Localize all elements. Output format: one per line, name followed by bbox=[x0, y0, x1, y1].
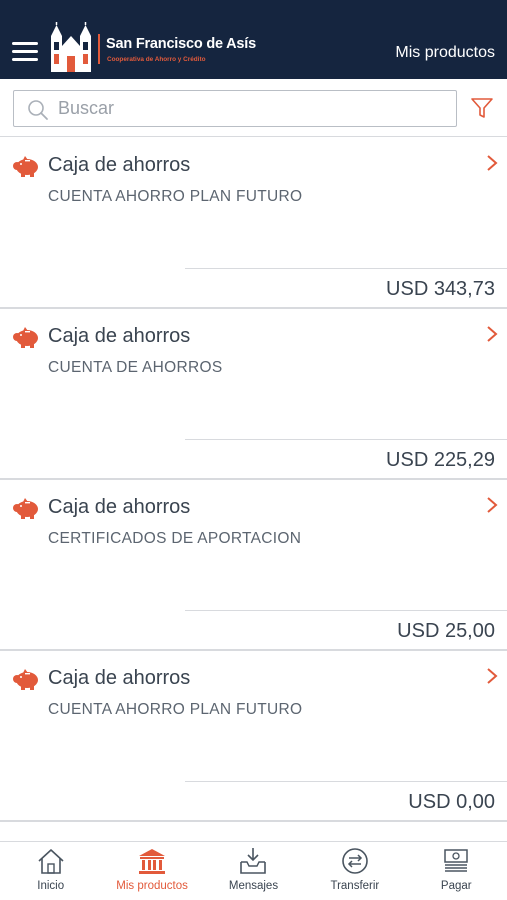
nav-label: Pagar bbox=[440, 880, 472, 892]
card-divider bbox=[185, 268, 507, 269]
card-divider bbox=[185, 781, 507, 782]
nav-label: Mis productos bbox=[116, 880, 188, 892]
church-logo-icon bbox=[51, 22, 91, 72]
piggy-bank-icon bbox=[13, 669, 38, 690]
logo-divider bbox=[98, 34, 100, 64]
product-type: Caja de ahorros bbox=[48, 496, 191, 518]
home-icon bbox=[38, 849, 64, 874]
nav-label: Mensajes bbox=[228, 880, 279, 892]
nav-mis-productos[interactable]: Mis productos bbox=[101, 842, 202, 900]
chevron-right-icon[interactable] bbox=[486, 325, 498, 343]
piggy-bank-icon bbox=[13, 327, 38, 348]
chevron-right-icon[interactable] bbox=[486, 154, 498, 172]
nav-label: Inicio bbox=[37, 880, 65, 892]
nav-pagar[interactable]: Pagar bbox=[406, 842, 507, 900]
inbox-download-icon bbox=[240, 848, 267, 874]
nav-inicio[interactable]: Inicio bbox=[0, 842, 101, 900]
bank-building-icon bbox=[139, 849, 166, 874]
product-name: CUENTA AHORRO PLAN FUTURO bbox=[48, 701, 303, 718]
product-name: CUENTA DE AHORROS bbox=[48, 359, 223, 376]
brand-subtitle: Cooperativa de Ahorro y Crédito bbox=[107, 56, 206, 63]
money-stack-icon bbox=[444, 849, 468, 872]
product-name: CUENTA AHORRO PLAN FUTURO bbox=[48, 188, 303, 205]
piggy-bank-icon bbox=[13, 156, 38, 177]
product-card[interactable]: Caja de ahorros CUENTA DE AHORROS USD 22… bbox=[0, 309, 507, 480]
product-type: Caja de ahorros bbox=[48, 325, 191, 347]
transfer-arrows-icon bbox=[342, 848, 368, 874]
product-card[interactable]: Caja de ahorros CERTIFICADOS DE APORTACI… bbox=[0, 480, 507, 651]
product-card[interactable]: Caja de ahorros CUENTA AHORRO PLAN FUTUR… bbox=[0, 138, 507, 309]
magnifier-icon bbox=[28, 100, 48, 120]
hamburger-menu-icon[interactable] bbox=[12, 42, 38, 62]
chevron-right-icon[interactable] bbox=[486, 496, 498, 514]
page-title: Mis productos bbox=[395, 44, 495, 61]
product-balance: USD 0,00 bbox=[408, 791, 495, 813]
product-balance: USD 225,29 bbox=[386, 449, 495, 471]
search-bar bbox=[0, 79, 507, 137]
product-balance: USD 343,73 bbox=[386, 278, 495, 300]
product-type: Caja de ahorros bbox=[48, 154, 191, 176]
piggy-bank-icon bbox=[13, 498, 38, 519]
product-type: Caja de ahorros bbox=[48, 667, 191, 689]
chevron-right-icon[interactable] bbox=[486, 667, 498, 685]
product-list: Caja de ahorros CUENTA AHORRO PLAN FUTUR… bbox=[0, 138, 507, 822]
bottom-navigation: Inicio Mis productos Mensajes Transferir… bbox=[0, 841, 507, 900]
card-divider bbox=[185, 610, 507, 611]
product-card[interactable]: Caja de ahorros CUENTA AHORRO PLAN FUTUR… bbox=[0, 651, 507, 822]
search-box[interactable] bbox=[13, 90, 457, 127]
brand-name: San Francisco de Asís bbox=[106, 36, 256, 52]
funnel-filter-icon[interactable] bbox=[470, 96, 494, 120]
search-input[interactable] bbox=[58, 91, 448, 125]
product-name: CERTIFICADOS DE APORTACION bbox=[48, 530, 302, 547]
nav-mensajes[interactable]: Mensajes bbox=[203, 842, 304, 900]
product-balance: USD 25,00 bbox=[397, 620, 495, 642]
app-header: San Francisco de Asís Cooperativa de Aho… bbox=[0, 0, 507, 79]
nav-transferir[interactable]: Transferir bbox=[304, 842, 405, 900]
nav-label: Transferir bbox=[330, 880, 380, 892]
card-divider bbox=[185, 439, 507, 440]
